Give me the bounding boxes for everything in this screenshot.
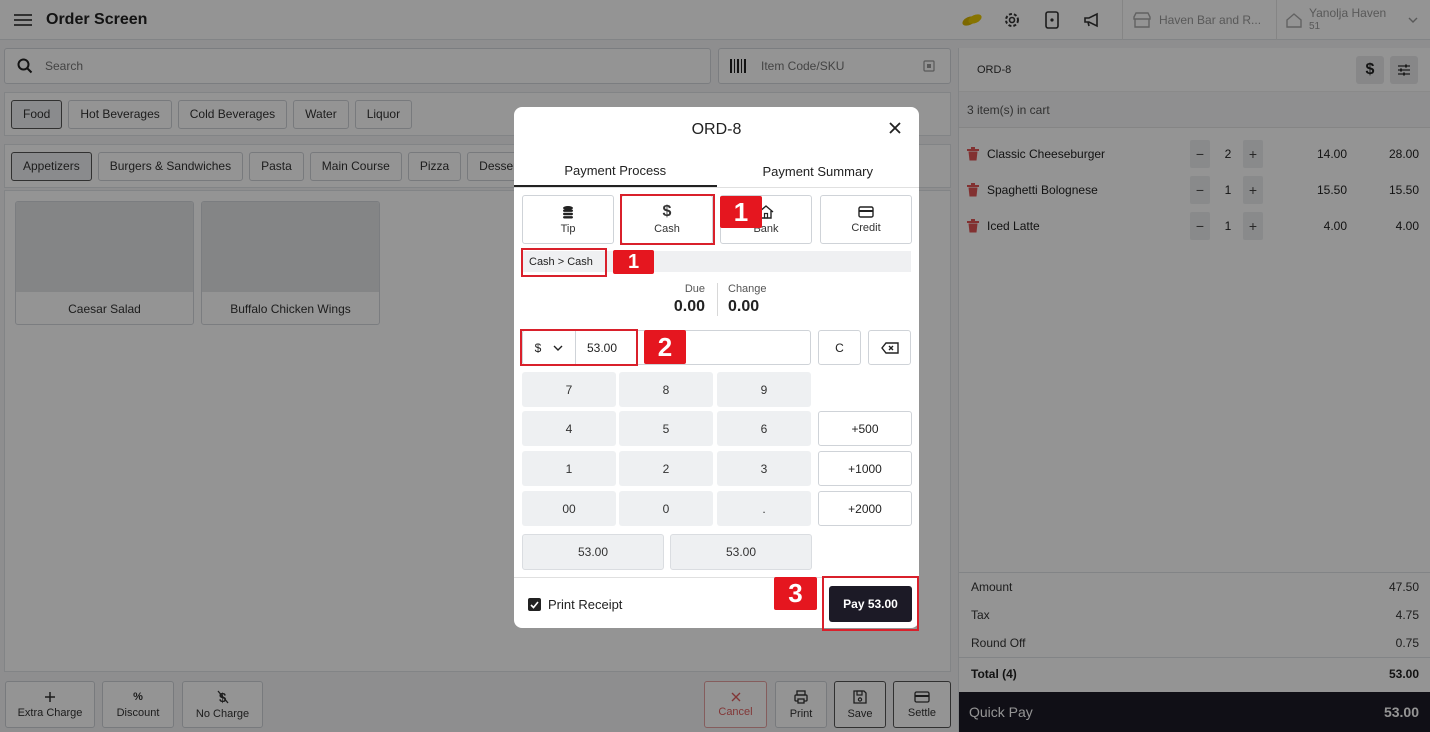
method-label: Tip [560,222,576,235]
checkmark-icon [528,598,541,611]
keypad-0[interactable]: 0 [619,491,713,526]
due-value: 0.00 [673,298,705,315]
keypad-2[interactable]: 2 [619,451,713,486]
print-receipt-checkbox[interactable]: Print Receipt [528,597,622,612]
keypad-1[interactable]: 1 [522,451,616,486]
clear-button[interactable]: C [818,330,861,365]
change-display: Change 0.00 [717,283,767,316]
quick-add-1000[interactable]: +1000 [818,451,912,486]
close-icon[interactable] [886,119,904,137]
print-receipt-label: Print Receipt [548,597,623,612]
keypad-00[interactable]: 00 [522,491,616,526]
tab-payment-summary[interactable]: Payment Summary [717,155,920,187]
coins-stack-icon [563,205,573,218]
dialog-title: ORD-8 [691,121,742,138]
annotation-badge: 1 [720,196,762,228]
change-label: Change [728,283,767,295]
highlight-breadcrumb [521,248,607,277]
backspace-icon[interactable] [868,330,911,365]
keypad-6[interactable]: 6 [717,411,811,446]
payment-dialog: ORD-8 Payment Process Payment Summary Ti… [514,107,919,628]
method-label: Credit [851,221,881,234]
annotation-badge: 1 [613,250,654,274]
change-value: 0.00 [728,298,760,315]
highlight-cash-method [620,194,715,245]
keypad-8[interactable]: 8 [619,372,713,407]
method-credit-button[interactable]: Credit [820,195,912,244]
quick-add-500[interactable]: +500 [818,411,912,446]
keypad-5[interactable]: 5 [619,411,713,446]
keypad-9[interactable]: 9 [717,372,811,407]
suggested-amount[interactable]: 53.00 [670,534,812,570]
payment-tabs: Payment Process Payment Summary [514,155,919,188]
keypad-4[interactable]: 4 [522,411,616,446]
keypad-decimal[interactable]: . [717,491,811,526]
highlight-pay-button [822,576,919,631]
due-display: Due 0.00 [664,283,705,316]
tab-payment-process[interactable]: Payment Process [514,155,717,187]
method-tip-button[interactable]: Tip [522,195,614,244]
keypad-3[interactable]: 3 [717,451,811,486]
annotation-badge: 3 [774,577,817,610]
highlight-amount-field [520,329,638,366]
quick-add-2000[interactable]: +2000 [818,491,912,526]
keypad-7[interactable]: 7 [522,372,616,407]
annotation-badge: 2 [644,330,686,364]
suggested-amount[interactable]: 53.00 [522,534,664,570]
due-label: Due [684,283,705,295]
credit-card-icon [858,205,874,218]
